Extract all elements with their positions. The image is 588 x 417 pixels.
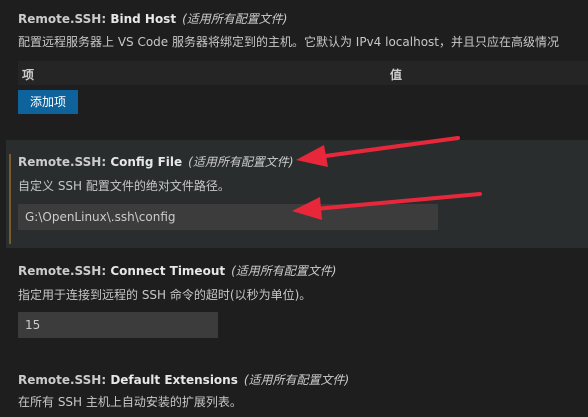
setting-name: Bind Host <box>110 12 177 26</box>
column-value: 值 <box>390 68 403 82</box>
setting-connect-timeout: Remote.SSH: Connect Timeout (适用所有配置文件) 指定… <box>0 250 588 345</box>
setting-name: Config File <box>110 155 183 169</box>
setting-scope: (适用所有配置文件) <box>231 264 337 278</box>
setting-scope: (适用所有配置文件) <box>188 155 294 169</box>
table-header: 项 值 <box>18 61 588 85</box>
setting-title: Remote.SSH: Config File (适用所有配置文件) <box>18 153 294 170</box>
setting-bind-host: Remote.SSH: Bind Host (适用所有配置文件) 配置远程服务器上… <box>0 0 588 130</box>
setting-default-extensions: Remote.SSH: Default Extensions (适用所有配置文件)… <box>0 360 588 417</box>
setting-name: Connect Timeout <box>110 264 226 278</box>
setting-prefix: Remote.SSH: <box>18 264 111 278</box>
setting-focus-indicator <box>9 154 11 244</box>
setting-title: Remote.SSH: Connect Timeout (适用所有配置文件) <box>18 262 336 279</box>
setting-scope: (适用所有配置文件) <box>243 373 350 387</box>
setting-config-file[interactable]: Remote.SSH: Config File (适用所有配置文件) 自定义 SS… <box>0 140 588 248</box>
setting-description: 在所有 SSH 主机上自动安装的扩展列表。 <box>18 395 242 409</box>
setting-description: 配置远程服务器上 VS Code 服务器将绑定到的主机。它默认为 IPv4 lo… <box>18 35 559 49</box>
connect-timeout-input[interactable] <box>18 312 218 338</box>
setting-prefix: Remote.SSH: <box>18 155 111 169</box>
setting-prefix: Remote.SSH: <box>18 373 111 387</box>
setting-title: Remote.SSH: Default Extensions (适用所有配置文件) <box>18 371 349 388</box>
setting-prefix: Remote.SSH: <box>18 12 111 26</box>
config-file-input[interactable] <box>18 204 438 230</box>
setting-title: Remote.SSH: Bind Host (适用所有配置文件) <box>18 10 287 27</box>
add-item-button[interactable]: 添加项 <box>18 90 79 114</box>
setting-description: 自定义 SSH 配置文件的绝对文件路径。 <box>18 179 230 193</box>
setting-description: 指定用于连接到远程的 SSH 命令的超时(以秒为单位)。 <box>18 288 312 302</box>
setting-name: Default Extensions <box>110 373 238 387</box>
column-item: 项 <box>22 68 35 82</box>
setting-scope: (适用所有配置文件) <box>182 12 288 26</box>
